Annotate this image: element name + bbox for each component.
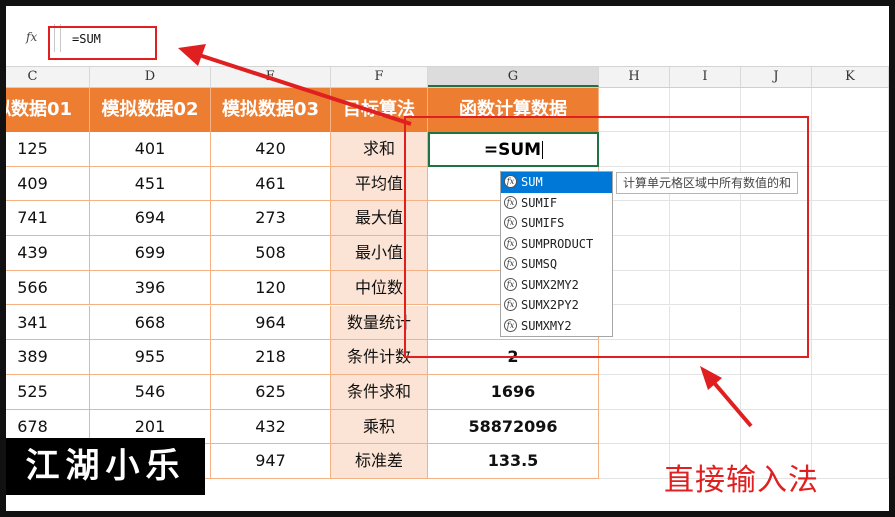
spreadsheet-window: fx =SUM C D E F G H I J K 拟数据01 模拟数据02 模… [6, 6, 889, 511]
arrow-head [178, 44, 206, 66]
arrow-line [708, 376, 753, 428]
arrow-line [195, 52, 412, 126]
caption-text: 直接输入法 [664, 463, 819, 498]
watermark-logo: 江湖小乐 [6, 438, 205, 495]
annotation-arrows [178, 44, 753, 428]
